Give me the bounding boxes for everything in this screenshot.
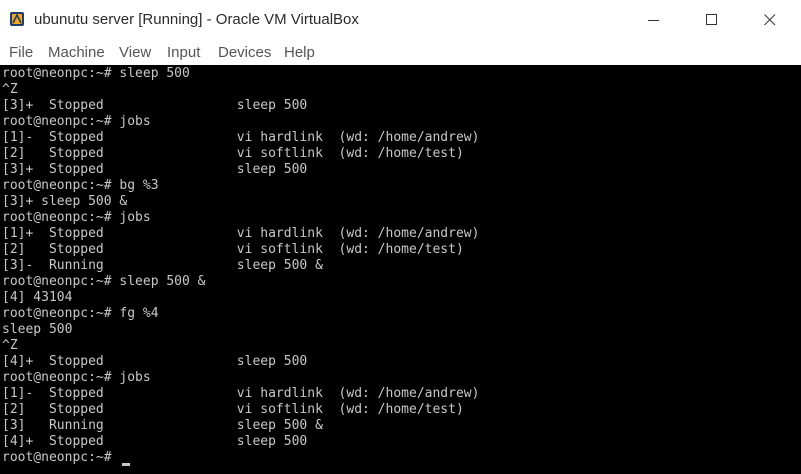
terminal-line: [1]- Stopped vi hardlink (wd: /home/andr…	[2, 130, 480, 145]
maximize-icon	[706, 14, 717, 25]
terminal-line: [3]+ Stopped sleep 500	[2, 98, 308, 113]
terminal-line: [2] Stopped vi softlink (wd: /home/test)	[2, 242, 464, 257]
terminal-line: [3] Running sleep 500 &	[2, 418, 323, 433]
title-bar[interactable]: ubunutu server [Running] - Oracle VM Vir…	[0, 0, 801, 40]
terminal-line: [4] 43104	[2, 290, 73, 305]
terminal-line: ^Z	[2, 82, 18, 97]
terminal-line: root@neonpc:~# sleep 500 &	[2, 274, 206, 289]
minimize-button[interactable]	[631, 0, 677, 40]
maximize-button[interactable]	[689, 0, 735, 40]
terminal-line: [2] Stopped vi softlink (wd: /home/test)	[2, 402, 464, 417]
close-button[interactable]	[747, 0, 793, 40]
terminal-line: [2] Stopped vi softlink (wd: /home/test)	[2, 146, 464, 161]
terminal-line: [4]+ Stopped sleep 500	[2, 354, 308, 369]
menu-bar: File Machine View Input Devices Help	[0, 40, 801, 65]
terminal-cursor	[122, 463, 130, 466]
terminal-line: [1]+ Stopped vi hardlink (wd: /home/andr…	[2, 226, 480, 241]
terminal-prompt[interactable]: root@neonpc:~#	[2, 450, 112, 466]
close-icon	[764, 14, 776, 26]
menu-help[interactable]: Help	[284, 44, 315, 61]
terminal-line: root@neonpc:~# bg %3	[2, 178, 159, 193]
window-title: ubunutu server [Running] - Oracle VM Vir…	[34, 11, 359, 28]
menu-input[interactable]: Input	[167, 44, 200, 61]
menu-view[interactable]: View	[119, 44, 151, 61]
terminal-line: root@neonpc:~# jobs	[2, 114, 151, 129]
terminal-line: root@neonpc:~# jobs	[2, 210, 151, 225]
terminal-line: root@neonpc:~# sleep 500	[2, 66, 190, 81]
terminal-line: [3]+ Stopped sleep 500	[2, 162, 308, 177]
terminal-line: [3]+ sleep 500 &	[2, 194, 128, 209]
terminal-line: [1]- Stopped vi hardlink (wd: /home/andr…	[2, 386, 480, 401]
terminal-line: ^Z	[2, 338, 18, 353]
virtualbox-icon	[9, 11, 25, 27]
terminal-line: root@neonpc:~# jobs	[2, 370, 151, 385]
menu-machine[interactable]: Machine	[48, 44, 105, 61]
menu-file[interactable]: File	[9, 44, 33, 61]
virtualbox-window: ubunutu server [Running] - Oracle VM Vir…	[0, 0, 801, 474]
terminal-screen[interactable]: root@neonpc:~# sleep 500 ^Z [3]+ Stopped…	[0, 65, 801, 474]
terminal-line: root@neonpc:~# fg %4	[2, 306, 159, 321]
terminal-line: [3]- Running sleep 500 &	[2, 258, 323, 273]
terminal-line: sleep 500	[2, 322, 73, 337]
terminal-line: [4]+ Stopped sleep 500	[2, 434, 308, 449]
minimize-icon	[648, 20, 659, 21]
menu-devices[interactable]: Devices	[218, 44, 271, 61]
